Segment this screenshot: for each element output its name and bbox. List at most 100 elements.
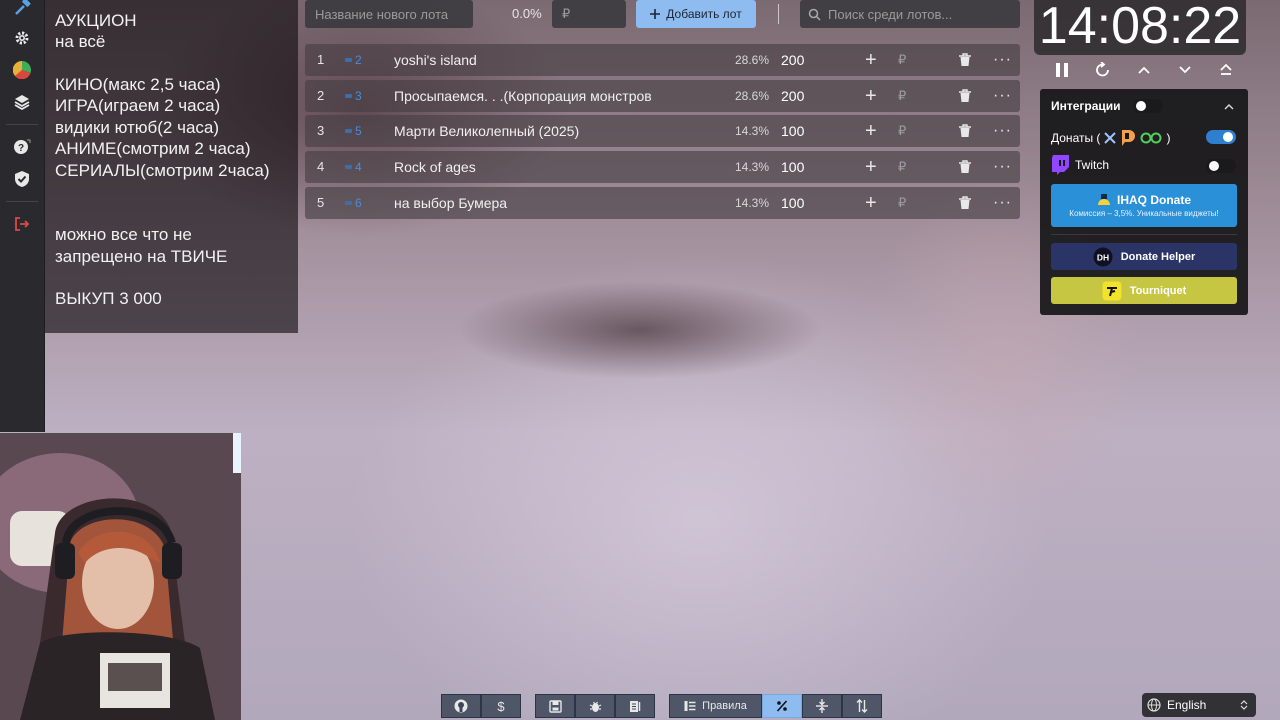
lot-currency[interactable]: ₽ xyxy=(898,115,906,147)
streamer-webcam-image xyxy=(0,433,241,720)
sidebar-item-help[interactable]: ? xyxy=(0,131,44,163)
add-amount-button[interactable]: + xyxy=(865,115,877,147)
lot-amount[interactable]: 100 xyxy=(781,151,804,183)
table-row[interactable]: 4 4 Rock of ages 14.3% 100 + ₽ ··· xyxy=(305,151,1020,184)
report-bug-button[interactable] xyxy=(575,694,615,718)
table-row[interactable]: 5 6 на выбор Бумера 14.3% 100 + ₽ ··· xyxy=(305,186,1020,219)
donations-label-close: ) xyxy=(1166,131,1171,145)
svg-text:DH: DH xyxy=(1097,252,1109,262)
lot-name[interactable]: на выбор Бумера xyxy=(394,187,507,219)
trash-icon xyxy=(959,196,971,209)
pause-icon xyxy=(1056,63,1068,77)
trash-icon xyxy=(959,53,971,66)
sort-button[interactable] xyxy=(842,694,882,718)
rules-notes-panel: АУКЦИОН на всё КИНО(макс 2,5 часа) ИГРА(… xyxy=(45,0,298,333)
subtract-time-button[interactable] xyxy=(1171,58,1199,82)
more-options-button[interactable]: ··· xyxy=(993,115,1012,147)
trash-icon xyxy=(959,124,971,138)
lot-currency[interactable]: ₽ xyxy=(898,44,906,76)
integrations-title: Интеграции xyxy=(1051,99,1121,113)
twitch-toggle[interactable] xyxy=(1206,159,1236,173)
donations-toggle[interactable] xyxy=(1206,130,1236,144)
lot-amount[interactable]: 200 xyxy=(781,44,804,76)
lot-currency[interactable]: ₽ xyxy=(898,80,906,112)
notes-line: АНИМЕ(смотрим 2 часа) xyxy=(55,139,251,158)
reset-timer-button[interactable] xyxy=(1089,58,1117,82)
sidebar: ? xyxy=(0,0,45,432)
lot-currency[interactable]: ₽ xyxy=(898,151,906,183)
globe-icon xyxy=(1147,698,1161,712)
sidebar-item-auction[interactable] xyxy=(0,0,44,16)
donate-helper-button[interactable]: DH Donate Helper xyxy=(1051,243,1237,270)
save-icon xyxy=(548,699,562,713)
ihaq-donate-button[interactable]: IHAQ Donate Комиссия – 3,5%. Уникальные … xyxy=(1051,184,1237,227)
sidebar-item-logout[interactable] xyxy=(0,208,44,240)
search-lots-input[interactable]: Поиск среди лотов... xyxy=(800,0,1020,28)
save-button[interactable] xyxy=(535,694,575,718)
percent-icon xyxy=(776,700,788,712)
hammer-icon xyxy=(15,0,31,15)
ihaq-subtitle: Комиссия – 3,5%. Уникальные виджеты! xyxy=(1069,209,1219,218)
more-options-button[interactable]: ··· xyxy=(993,44,1012,76)
pause-button[interactable] xyxy=(1048,58,1076,82)
add-amount-button[interactable]: + xyxy=(865,44,877,76)
more-options-button[interactable]: ··· xyxy=(993,151,1012,183)
lot-amount[interactable]: 100 xyxy=(781,187,804,219)
notes-line: ИГРА(играем 2 часа) xyxy=(55,96,221,115)
search-icon xyxy=(808,8,821,21)
add-amount-button[interactable]: + xyxy=(865,80,877,112)
integrations-toggle[interactable] xyxy=(1133,99,1163,113)
add-lot-button[interactable]: Добавить лот xyxy=(636,0,756,28)
donatepay-icon xyxy=(1140,132,1162,144)
percent-view-button[interactable] xyxy=(762,694,802,718)
more-options-button[interactable]: ··· xyxy=(993,80,1012,112)
language-select[interactable]: English xyxy=(1142,693,1256,717)
table-row[interactable]: 1 2 yoshi's island 28.6% 200 + ₽ ··· xyxy=(305,44,1020,76)
lot-index: 1 xyxy=(317,52,325,67)
rules-button[interactable]: Правила xyxy=(669,694,762,718)
add-amount-button[interactable]: + xyxy=(865,151,877,183)
delete-lot-button[interactable] xyxy=(959,88,971,106)
lot-percent: 14.3% xyxy=(735,195,770,210)
delete-lot-button[interactable] xyxy=(959,160,971,177)
lot-order: 5 xyxy=(345,115,362,147)
more-options-button[interactable]: ··· xyxy=(993,187,1012,219)
tourniquet-button[interactable]: Tourniquet xyxy=(1051,277,1237,304)
compact-view-button[interactable] xyxy=(802,694,842,718)
lot-amount[interactable]: 100 xyxy=(781,115,804,147)
github-icon xyxy=(454,699,468,713)
double-time-button[interactable] xyxy=(1212,58,1240,82)
delete-lot-button[interactable] xyxy=(959,196,971,213)
rules-icon xyxy=(684,701,696,711)
import-button[interactable] xyxy=(615,694,655,718)
sidebar-item-wheel[interactable] xyxy=(0,54,44,86)
table-row[interactable]: 2 3 Просыпаемся. . .(Корпорация монстров… xyxy=(305,79,1020,112)
lot-name[interactable]: Марти Великолепный (2025) xyxy=(394,115,579,147)
shield-icon xyxy=(15,171,29,187)
rules-label: Правила xyxy=(702,700,747,712)
delete-lot-button[interactable] xyxy=(959,124,971,141)
bug-icon xyxy=(589,701,601,712)
gear-icon xyxy=(15,31,29,45)
donate-link-button[interactable]: $ xyxy=(481,694,521,718)
add-time-button[interactable] xyxy=(1130,58,1158,82)
collapse-integrations-button[interactable] xyxy=(1224,98,1234,116)
lot-name[interactable]: Rock of ages xyxy=(394,151,476,183)
chevron-down-icon xyxy=(1179,66,1191,74)
table-row[interactable]: 3 5 Марти Великолепный (2025) 14.3% 100 … xyxy=(305,115,1020,148)
lot-currency[interactable]: ₽ xyxy=(898,187,906,219)
lot-amount[interactable]: 200 xyxy=(781,80,804,112)
new-lot-name-input[interactable]: Название нового лота xyxy=(305,0,473,28)
sidebar-item-settings[interactable] xyxy=(0,22,44,54)
lot-percent: 28.6% xyxy=(735,88,770,103)
sidebar-item-history[interactable] xyxy=(0,86,44,118)
donate-helper-logo-icon: DH xyxy=(1093,247,1113,266)
github-button[interactable] xyxy=(441,694,481,718)
sidebar-item-privacy[interactable] xyxy=(0,163,44,195)
add-amount-button[interactable]: + xyxy=(865,187,877,219)
new-lot-amount-input[interactable]: ₽ xyxy=(552,0,626,28)
lot-name[interactable]: yoshi's island xyxy=(394,44,477,76)
delete-lot-button[interactable] xyxy=(959,53,971,70)
lot-name[interactable]: Просыпаемся. . .(Корпорация монстров xyxy=(394,80,652,112)
layers-icon xyxy=(14,95,30,110)
